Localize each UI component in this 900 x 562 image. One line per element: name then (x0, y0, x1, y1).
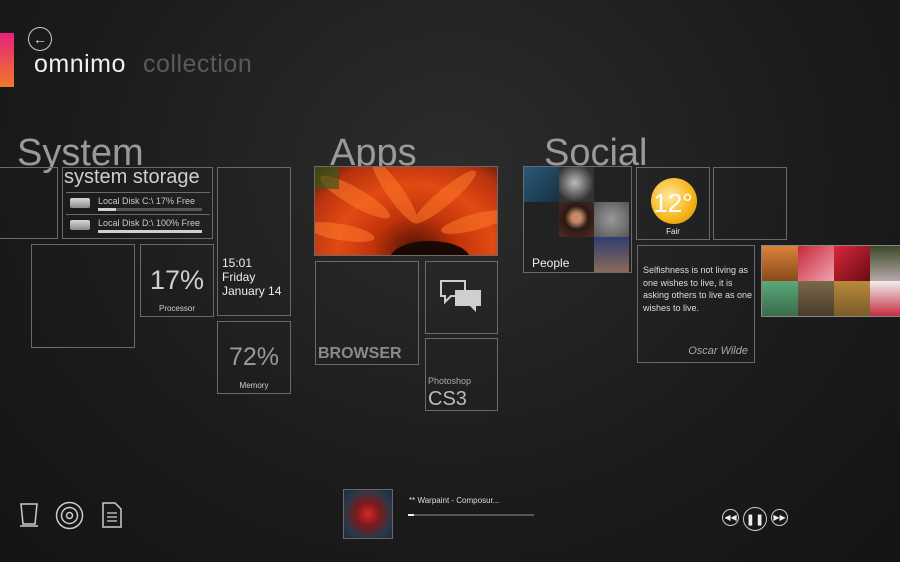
recycle-bin-icon[interactable] (18, 501, 40, 529)
gallery-photo-7 (834, 281, 870, 316)
photoshop-tile[interactable]: Photoshop CS3 (425, 338, 498, 411)
album-art[interactable] (343, 489, 393, 539)
storage-title: system storage (64, 166, 200, 188)
weather-tile[interactable]: 12° Fair (636, 167, 710, 240)
flower-photo-image (315, 167, 497, 255)
processor-label: Processor (158, 304, 195, 313)
hard-drive-icon (70, 220, 90, 230)
weather-condition: Fair (666, 227, 680, 236)
disk-c-row[interactable]: Local Disk C:\ 17% Free (66, 192, 210, 215)
document-icon[interactable] (102, 502, 122, 528)
browser-tile[interactable]: BROWSER (315, 261, 419, 365)
people-photo-5 (594, 237, 629, 272)
system-tile-blank-large[interactable] (31, 244, 135, 348)
memory-value: 72% (228, 343, 280, 371)
app-title: omnimo (34, 50, 126, 78)
track-progress-fill (408, 514, 415, 516)
messaging-tile[interactable] (425, 261, 498, 334)
disk-d-label: Local Disk D:\ 100% Free (98, 218, 201, 228)
disk-d-row[interactable]: Local Disk D:\ 100% Free (66, 214, 210, 237)
now-playing-track: ** Warpaint - Composur... (409, 496, 500, 505)
people-photo-1 (524, 167, 559, 202)
memory-label: Memory (239, 381, 269, 390)
clock-date: January 14 (222, 284, 282, 298)
system-storage-tile[interactable]: system storage Local Disk C:\ 17% Free L… (62, 166, 213, 239)
social-tile-blank[interactable] (713, 167, 787, 240)
system-tile-blank-left[interactable] (0, 167, 58, 239)
disk-c-label: Local Disk C:\ 17% Free (98, 196, 196, 206)
photoshop-version: CS3 (428, 388, 467, 410)
disk-d-usage-fill (98, 230, 202, 233)
chat-bubbles-icon (440, 280, 481, 312)
browser-label: BROWSER (318, 345, 402, 362)
disk-c-usage-fill (98, 208, 116, 211)
track-progress-bar[interactable] (408, 514, 534, 516)
people-photo-2 (559, 167, 594, 202)
hard-drive-icon (70, 198, 90, 208)
back-button[interactable]: ← (28, 27, 52, 51)
quote-text: Selfishness is not living as one wishes … (643, 265, 753, 313)
gallery-photo-8 (870, 281, 900, 316)
people-label: People (532, 256, 570, 270)
gallery-photo-1 (762, 246, 798, 281)
clock-day: Friday (222, 270, 256, 284)
processor-tile[interactable]: 17% Processor (140, 244, 214, 317)
gallery-photo-6 (798, 281, 834, 316)
quote-tile[interactable]: Selfishness is not living as one wishes … (637, 245, 755, 363)
next-icon: ▶▶ (773, 513, 786, 522)
clock-time: 15:01 (222, 256, 253, 270)
weather-temp: 12° (653, 188, 693, 218)
next-button[interactable]: ▶▶ (771, 509, 788, 526)
pause-icon: ❚❚ (745, 513, 765, 526)
people-tile[interactable]: People (523, 166, 632, 273)
disk-d-usage-bar (98, 230, 202, 233)
people-photo-3 (559, 202, 594, 237)
people-photo-4 (594, 202, 629, 237)
gallery-photo-3 (834, 246, 870, 281)
previous-icon: ◀◀ (724, 513, 737, 522)
clock-tile[interactable]: 15:01 Friday January 14 (217, 167, 291, 316)
disk-c-usage-bar (98, 208, 202, 211)
photo-gallery-tile[interactable] (761, 245, 900, 317)
disc-icon[interactable] (55, 501, 84, 530)
previous-button[interactable]: ◀◀ (722, 509, 739, 526)
arrow-left-icon: ← (33, 31, 47, 47)
app-subtitle[interactable]: collection (143, 50, 252, 79)
photoshop-label: Photoshop (428, 376, 472, 386)
processor-value: 17% (149, 265, 205, 295)
clock-block: 15:01 Friday January 14 (222, 256, 281, 298)
gallery-photo-2 (798, 246, 834, 281)
gallery-photo-4 (870, 246, 900, 281)
quote-author: Oscar Wilde (688, 345, 748, 357)
gallery-photo-5 (762, 281, 798, 316)
memory-tile[interactable]: 72% Memory (217, 321, 291, 394)
photo-tile-flower[interactable] (314, 166, 498, 256)
pause-button[interactable]: ❚❚ (743, 507, 767, 531)
accent-bar (0, 33, 14, 87)
